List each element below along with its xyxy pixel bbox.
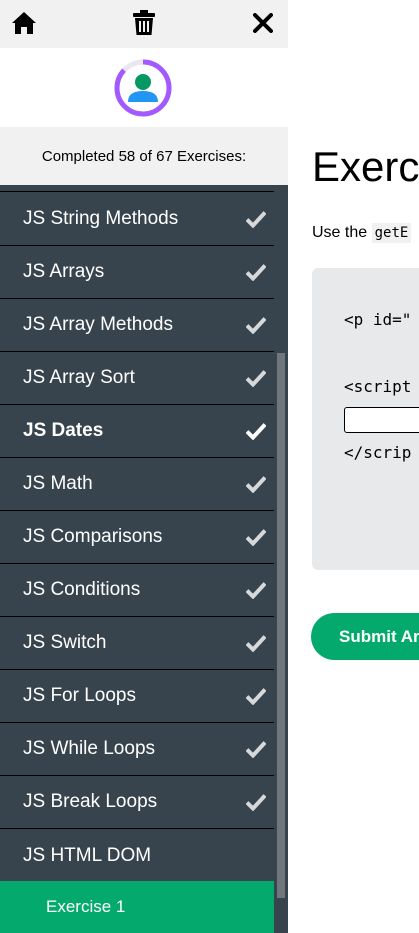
list-item-label: JS Break Loops <box>23 791 158 812</box>
trash-icon <box>133 10 155 35</box>
check-icon <box>246 635 266 652</box>
answer-input[interactable] <box>344 407 419 433</box>
list-item[interactable]: JS Dates <box>0 405 274 458</box>
list-item-label: JS Array Sort <box>23 367 135 388</box>
list-item[interactable]: JS Array Sort <box>0 352 274 405</box>
page-title: Exerc <box>312 143 419 190</box>
check-icon <box>246 741 266 758</box>
list-item[interactable]: JS Comparisons <box>0 511 274 564</box>
submit-answer-button[interactable]: Submit Ar <box>311 613 419 660</box>
instruction-text: Use the getE <box>312 223 412 243</box>
instruction-prefix: Use the <box>312 224 372 241</box>
check-icon <box>246 317 266 334</box>
list-item-partial <box>0 185 274 192</box>
sidebar-scrollbar[interactable] <box>274 185 288 933</box>
list-item[interactable]: JS String Methods <box>0 193 274 246</box>
check-icon <box>246 476 266 493</box>
profile-area <box>0 48 288 127</box>
instruction-code: getE <box>371 223 412 243</box>
code-line: </scrip <box>344 443 412 462</box>
list-item-label: JS Array Methods <box>23 314 173 335</box>
check-icon <box>246 211 266 228</box>
check-icon <box>246 370 266 387</box>
list-item[interactable]: JS Break Loops <box>0 776 274 829</box>
list-item-label: JS Conditions <box>23 579 141 600</box>
check-icon <box>246 688 266 705</box>
code-line: <script <box>344 377 412 396</box>
code-editor: <p id=" <script </scrip <box>312 268 419 570</box>
list-item-label: JS Math <box>23 473 93 494</box>
list-item[interactable]: JS Switch <box>0 617 274 670</box>
list-item[interactable]: JS For Loops <box>0 670 274 723</box>
list-item-label: JS HTML DOM <box>23 844 152 866</box>
check-icon <box>246 529 266 546</box>
list-item-label: JS Comparisons <box>23 526 163 547</box>
avatar[interactable] <box>113 58 173 118</box>
list-item-label: JS Dates <box>23 420 104 441</box>
sub-item-label: Exercise 1 <box>46 897 126 916</box>
progress-text: Completed 58 of 67 Exercises: <box>0 127 288 185</box>
list-item-label: JS Switch <box>23 632 107 653</box>
reset-progress-button[interactable] <box>128 8 160 38</box>
list-item-label: JS String Methods <box>23 208 179 229</box>
sub-item-active-exercise[interactable]: Exercise 1 <box>0 881 274 933</box>
home-button[interactable] <box>8 8 40 38</box>
check-icon <box>246 264 266 281</box>
exercise-list: JS String Methods JS Arrays JS Array Met… <box>0 185 274 933</box>
check-icon <box>246 423 266 440</box>
home-icon <box>12 12 36 34</box>
sidebar-toolbar <box>0 0 288 48</box>
check-icon <box>246 794 266 811</box>
list-item-label: JS For Loops <box>23 685 136 706</box>
list-item-label: JS While Loops <box>23 738 156 759</box>
list-item-label: JS Arrays <box>23 261 105 282</box>
list-item[interactable]: JS Arrays <box>0 246 274 299</box>
code-line: <p id=" <box>344 310 412 329</box>
exercise-panel: Exerc Use the getE <p id=" <script </scr… <box>288 0 419 933</box>
close-icon <box>253 13 273 33</box>
scrollbar-thumb[interactable] <box>277 353 285 898</box>
list-item[interactable]: JS Math <box>0 458 274 511</box>
check-icon <box>246 582 266 599</box>
sidebar: Completed 58 of 67 Exercises: JS String … <box>0 0 288 933</box>
list-item-current-chapter[interactable]: JS HTML DOM <box>0 829 274 882</box>
list-item[interactable]: JS Array Methods <box>0 299 274 352</box>
close-button[interactable] <box>247 8 279 38</box>
list-item[interactable]: JS Conditions <box>0 564 274 617</box>
list-item[interactable]: JS While Loops <box>0 723 274 776</box>
